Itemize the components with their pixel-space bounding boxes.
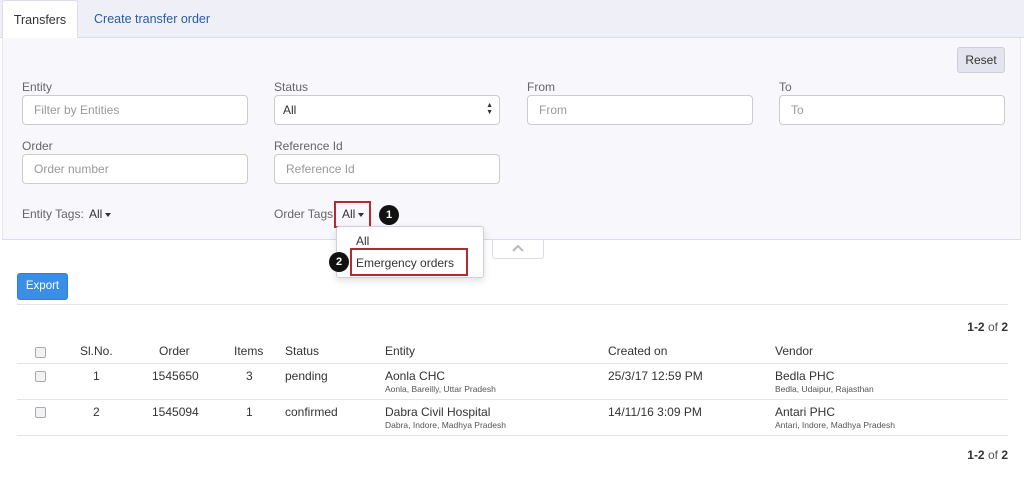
step-1-marker: 1 bbox=[379, 205, 399, 225]
pagination-of: of bbox=[987, 448, 998, 462]
row-divider bbox=[17, 435, 1008, 436]
tab-transfers[interactable]: Transfers bbox=[2, 0, 78, 39]
column-header-created-on[interactable]: Created on bbox=[608, 344, 667, 358]
select-all-checkbox[interactable] bbox=[35, 347, 46, 358]
tab-bar: Transfers Create transfer order bbox=[0, 0, 1024, 39]
pagination-summary: 1-2 of 2 bbox=[967, 320, 1008, 334]
chevron-up-icon bbox=[512, 244, 524, 252]
order-tags-label: Order Tags bbox=[274, 207, 334, 221]
row-vendor[interactable]: Bedla PHC bbox=[775, 369, 834, 383]
row-items: 3 bbox=[246, 369, 253, 383]
reset-button[interactable]: Reset bbox=[957, 47, 1005, 73]
pagination-total: 2 bbox=[1001, 320, 1008, 334]
row-entity[interactable]: Aonla CHC bbox=[385, 369, 445, 383]
pagination-summary-bottom: 1-2 of 2 bbox=[967, 448, 1008, 462]
pagination-range: 1-2 bbox=[967, 320, 985, 334]
row-divider bbox=[17, 399, 1008, 400]
row-status: pending bbox=[285, 369, 328, 383]
column-header-vendor[interactable]: Vendor bbox=[775, 344, 813, 358]
entity-tags-value: All bbox=[89, 207, 103, 221]
caret-down-icon bbox=[105, 212, 112, 217]
row-vendor-location: Bedla, Udaipur, Rajasthan bbox=[775, 384, 874, 394]
order-tags-highlight bbox=[334, 201, 371, 228]
filter-panel: Reset Entity Status All ▲▼ From To Order… bbox=[2, 38, 1021, 240]
column-header-entity[interactable]: Entity bbox=[385, 344, 415, 358]
row-checkbox[interactable] bbox=[35, 371, 46, 382]
row-order[interactable]: 1545650 bbox=[152, 369, 199, 383]
column-header-order[interactable]: Order bbox=[159, 344, 190, 358]
row-order[interactable]: 1545094 bbox=[152, 405, 199, 419]
reference-id-label: Reference Id bbox=[274, 139, 343, 153]
row-created-on: 25/3/17 12:59 PM bbox=[608, 369, 703, 383]
to-date-input[interactable] bbox=[779, 95, 1005, 125]
tab-create-transfer-order[interactable]: Create transfer order bbox=[94, 0, 210, 38]
step-2-marker: 2 bbox=[329, 252, 349, 272]
from-date-input[interactable] bbox=[527, 95, 753, 125]
export-button[interactable]: Export bbox=[17, 273, 68, 300]
divider bbox=[17, 304, 1008, 305]
status-select[interactable]: All ▲ ▼ bbox=[274, 95, 500, 125]
status-selected-value: All bbox=[283, 103, 297, 117]
table-header-divider bbox=[17, 363, 1008, 364]
from-label: From bbox=[527, 80, 555, 94]
emergency-orders-highlight bbox=[350, 248, 468, 276]
row-status: confirmed bbox=[285, 405, 338, 419]
row-checkbox[interactable] bbox=[35, 407, 46, 418]
select-arrows-icon: ▲ ▼ bbox=[486, 102, 493, 116]
row-slno: 1 bbox=[93, 369, 100, 383]
column-header-status[interactable]: Status bbox=[285, 344, 319, 358]
row-entity[interactable]: Dabra Civil Hospital bbox=[385, 405, 490, 419]
reference-id-input[interactable] bbox=[274, 154, 500, 184]
row-items: 1 bbox=[246, 405, 253, 419]
row-vendor-location: Antari, Indore, Madhya Pradesh bbox=[775, 420, 896, 430]
row-slno: 2 bbox=[93, 405, 100, 419]
pagination-range: 1-2 bbox=[967, 448, 985, 462]
row-entity-location: Aonla, Bareilly, Uttar Pradesh bbox=[385, 384, 496, 394]
collapse-filters-button[interactable] bbox=[492, 240, 544, 259]
row-vendor[interactable]: Antari PHC bbox=[775, 405, 835, 419]
entity-tags-dropdown[interactable]: All bbox=[89, 207, 112, 221]
pagination-of: of bbox=[987, 320, 998, 334]
column-header-slno[interactable]: Sl.No. bbox=[80, 344, 113, 358]
row-entity-location: Dabra, Indore, Madhya Pradesh bbox=[385, 420, 506, 430]
order-number-input[interactable] bbox=[22, 154, 248, 184]
entity-label: Entity bbox=[22, 80, 53, 94]
entity-tags-label: Entity Tags: bbox=[22, 207, 84, 221]
order-label: Order bbox=[22, 139, 53, 153]
menu-item-all[interactable]: All bbox=[356, 234, 369, 248]
row-created-on: 14/11/16 3:09 PM bbox=[608, 405, 702, 419]
column-header-items[interactable]: Items bbox=[234, 344, 263, 358]
status-label: Status bbox=[274, 80, 309, 94]
pagination-total: 2 bbox=[1001, 448, 1008, 462]
entity-filter-input[interactable] bbox=[22, 95, 248, 125]
to-label: To bbox=[779, 80, 792, 94]
